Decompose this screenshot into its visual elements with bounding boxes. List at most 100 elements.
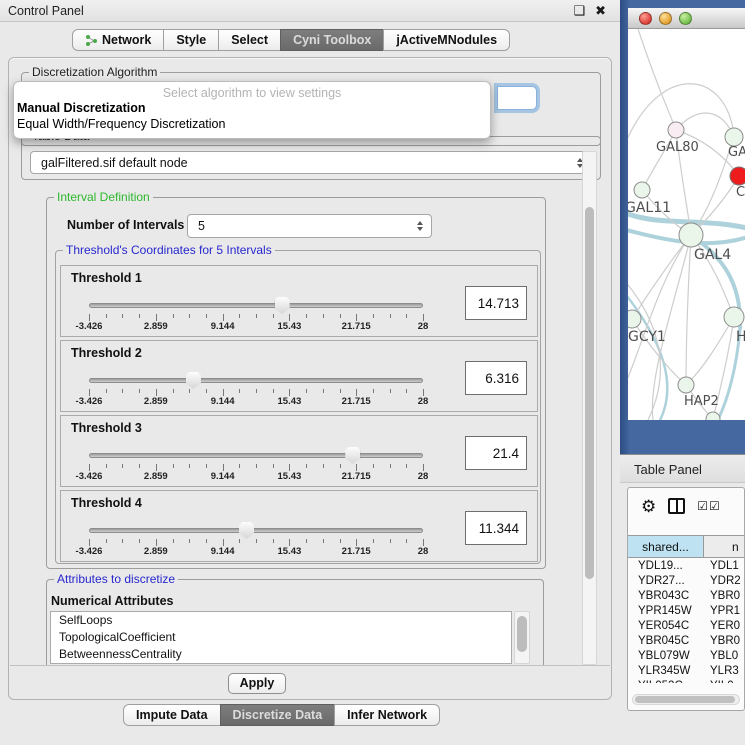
bottom-tab-label: Discretize Data <box>233 705 323 725</box>
cell-shared-name: YIL052C <box>630 679 706 683</box>
button-strip: Apply <box>10 665 610 699</box>
discretization-algorithm-title: Discretization Algorithm <box>29 65 160 79</box>
control-panel: Control Panel ❑ ✖ NetworkStyleSelectCyni… <box>0 0 620 745</box>
minimize-traffic-light-icon[interactable] <box>659 12 672 25</box>
table-row[interactable]: YER054CYER0 <box>630 619 745 634</box>
algorithm-combobox[interactable] <box>497 86 537 110</box>
tab-jactivemnodules[interactable]: jActiveMNodules <box>383 29 510 51</box>
network-node-ga[interactable] <box>725 128 743 146</box>
close-icon[interactable]: ✖ <box>595 3 606 19</box>
cell-shared-name: YDR27... <box>630 574 706 589</box>
threshold-panel: Threshold 1-3.4262.8599.14415.4321.71528… <box>60 265 538 337</box>
close-traffic-light-icon[interactable] <box>639 12 652 25</box>
table-row[interactable]: YBR045CYBR0 <box>630 634 745 649</box>
cell-name: YPR1 <box>706 604 740 619</box>
network-node-gal80[interactable] <box>668 122 684 138</box>
tab-select[interactable]: Select <box>218 29 281 51</box>
content-scrollbar[interactable] <box>582 151 597 665</box>
network-icon <box>85 34 98 47</box>
table-panel-title: Table Panel <box>634 462 702 477</box>
tab-style[interactable]: Style <box>163 29 219 51</box>
table-data-group: Table Data galFiltered.sif default node <box>21 136 601 180</box>
network-node-h[interactable] <box>724 307 744 327</box>
table-data-combobox[interactable]: galFiltered.sif default node <box>30 151 592 174</box>
node-label: GCY1 <box>628 329 666 345</box>
threshold-slider-thumb[interactable] <box>345 447 360 464</box>
cell-shared-name: YBL079W <box>630 649 706 664</box>
table-row[interactable]: YDL19...YDL1 <box>630 559 745 574</box>
tab-label: Network <box>102 30 151 50</box>
cell-shared-name: YER054C <box>630 619 706 634</box>
checkbox-icons[interactable]: ☑☑ <box>697 499 721 513</box>
network-window-titlebar <box>628 8 745 29</box>
cell-shared-name: YLR345W <box>630 664 706 679</box>
float-window-icon[interactable]: ❑ <box>573 3 585 19</box>
column-header-name[interactable]: n <box>703 535 745 558</box>
apply-button[interactable]: Apply <box>228 673 286 694</box>
table-row[interactable]: YIL052CYIL0 <box>630 679 745 683</box>
bottom-tab-strip: Impute Data Discretize Data Infer Network <box>123 704 440 726</box>
network-canvas[interactable]: GAL80GACGAL11GAL4GCY1HHAP2 <box>628 29 745 420</box>
number-of-intervals-spinner[interactable]: 5 <box>187 214 432 238</box>
number-of-intervals-label: Number of Intervals <box>67 218 184 232</box>
cell-name: YER0 <box>706 619 740 634</box>
table-row[interactable]: YBR043CYBR0 <box>630 589 745 604</box>
interval-definition-title: Interval Definition <box>54 190 153 204</box>
table-row[interactable]: YDR27...YDR2 <box>630 574 745 589</box>
node-label: HAP2 <box>684 394 719 409</box>
slider-ticks <box>89 539 423 546</box>
algorithm-dropdown-popup: Select algorithm to view settings Manual… <box>13 81 491 139</box>
table-horizontal-scrollbar[interactable] <box>632 694 740 705</box>
threshold-panel: Threshold 2-3.4262.8599.14415.4321.71528… <box>60 340 538 412</box>
network-node-hap2[interactable] <box>678 377 694 393</box>
algorithm-option[interactable]: Equal Width/Frequency Discretization <box>14 116 490 132</box>
threshold-value-field[interactable]: 11.344 <box>465 511 527 545</box>
threshold-slider-track[interactable] <box>89 528 423 533</box>
threshold-label: Threshold 2 <box>71 346 142 360</box>
table-row[interactable]: YLR345WYLR3 <box>630 664 745 679</box>
threshold-value-field[interactable]: 6.316 <box>465 361 527 395</box>
threshold-slider-thumb[interactable] <box>239 522 254 539</box>
network-node-c[interactable] <box>730 167 745 185</box>
bottom-tab-infer-network[interactable]: Infer Network <box>334 704 440 726</box>
threshold-panel: Threshold 4-3.4262.8599.14415.4321.71528… <box>60 490 538 562</box>
tab-label: Style <box>176 30 206 50</box>
table-row[interactable]: YPR145WYPR1 <box>630 604 745 619</box>
columns-icon[interactable] <box>668 498 685 514</box>
table-row[interactable]: YBL079WYBL0 <box>630 649 745 664</box>
tab-network[interactable]: Network <box>72 29 164 51</box>
zoom-traffic-light-icon[interactable] <box>679 12 692 25</box>
threshold-value-field[interactable]: 21.4 <box>465 436 527 470</box>
network-node-gal4[interactable] <box>679 223 703 247</box>
bottom-tab-impute-data[interactable]: Impute Data <box>123 704 221 726</box>
cyni-toolbox-panel: Discretization Algorithm Select algorith… <box>8 57 612 700</box>
attribute-list-item[interactable]: SelfLoops <box>51 612 511 629</box>
cell-shared-name: YBR045C <box>630 634 706 649</box>
attributes-group: Attributes to discretize Numerical Attri… <box>46 579 544 667</box>
algorithm-option[interactable]: Manual Discretization <box>14 100 490 116</box>
node-label: GAL11 <box>628 200 671 216</box>
numerical-attributes-list: SelfLoopsTopologicalCoefficientBetweenne… <box>50 611 512 664</box>
thresholds-group: Threshold's Coordinates for 5 Intervals … <box>55 250 541 564</box>
threshold-value-field[interactable]: 14.713 <box>465 286 527 320</box>
node-label: H <box>736 329 745 345</box>
threshold-slider-thumb[interactable] <box>186 372 201 389</box>
spinner-stepper-icon <box>415 221 425 231</box>
threshold-slider-track[interactable] <box>89 453 423 458</box>
gear-icon[interactable]: ⚙ <box>641 498 656 515</box>
tab-cyni-toolbox[interactable]: Cyni Toolbox <box>280 29 384 51</box>
column-header-shared-name[interactable]: shared... <box>627 535 704 558</box>
algorithm-popup-hint: Select algorithm to view settings <box>14 82 490 100</box>
cytoscape-desktop: GAL80GACGAL11GAL4GCY1HHAP2 <box>620 0 745 454</box>
threshold-slider-track[interactable] <box>89 303 423 308</box>
threshold-slider-track[interactable] <box>89 378 423 383</box>
attributes-list-scrollbar[interactable] <box>514 611 530 664</box>
bottom-tab-discretize-data[interactable]: Discretize Data <box>220 704 336 726</box>
tab-label: Cyni Toolbox <box>293 30 371 50</box>
table-panel-card: ⚙ ☑☑ shared... n YDL19...YDL1YDR27...YDR… <box>627 487 745 711</box>
attribute-list-item[interactable]: TopologicalCoefficient <box>51 629 511 646</box>
attribute-list-item[interactable]: BetweennessCentrality <box>51 646 511 663</box>
network-node-gal11[interactable] <box>634 182 650 198</box>
threshold-slider-thumb[interactable] <box>275 297 290 314</box>
network-node-gcy1[interactable] <box>628 310 641 328</box>
